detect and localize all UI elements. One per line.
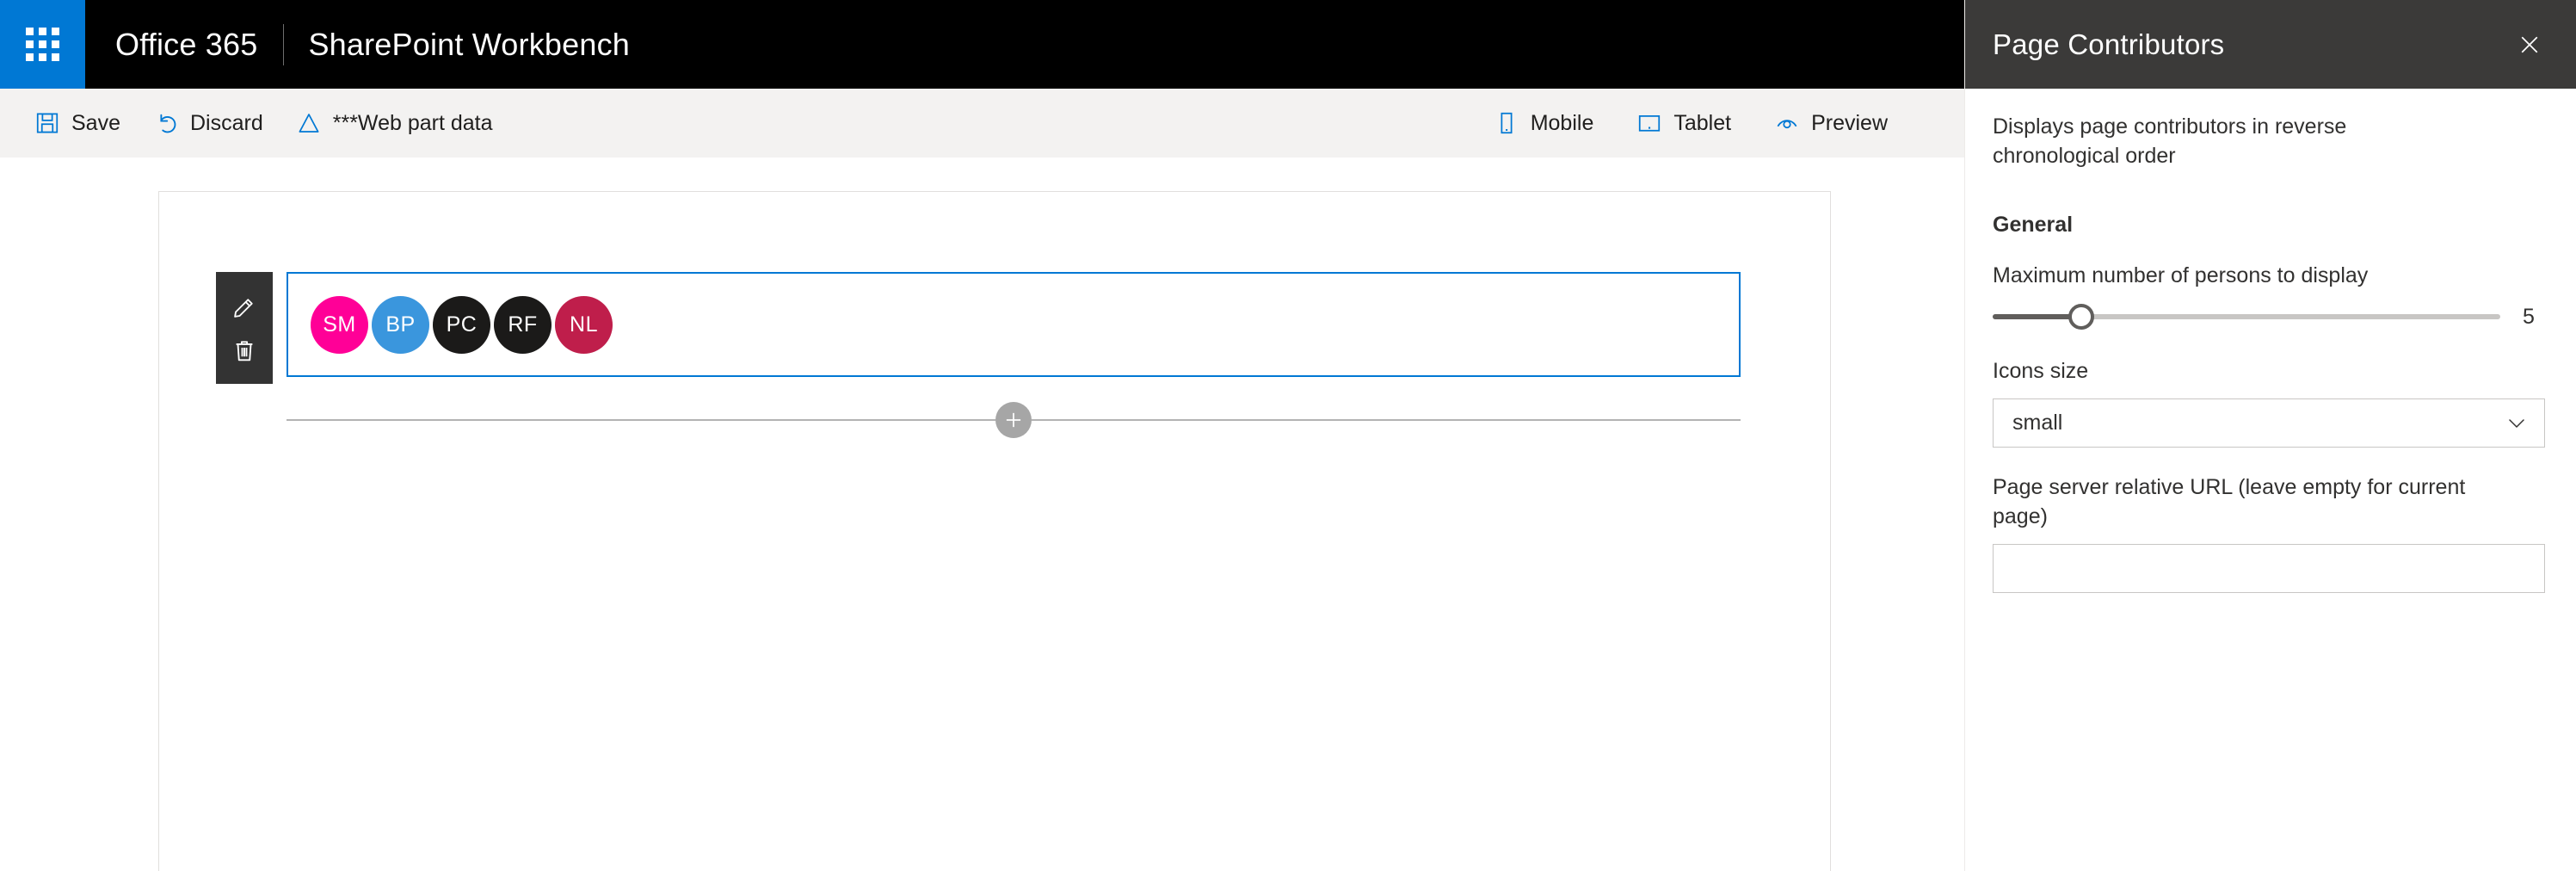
tablet-view-label: Tablet bbox=[1673, 110, 1732, 135]
close-x-icon bbox=[2517, 33, 2542, 57]
suite-brand-label[interactable]: Office 365 bbox=[85, 27, 257, 63]
page-url-field: Page server relative URL (leave empty fo… bbox=[1993, 473, 2545, 593]
icons-size-label: Icons size bbox=[1993, 359, 2089, 384]
icons-size-selected-value: small bbox=[2012, 411, 2063, 435]
max-persons-slider[interactable] bbox=[1993, 302, 2500, 331]
property-pane-title: Page Contributors bbox=[1993, 28, 2225, 60]
mobile-phone-icon bbox=[1494, 110, 1519, 136]
edit-web-part-button[interactable] bbox=[225, 287, 263, 325]
icons-size-dropdown[interactable]: small bbox=[1993, 398, 2545, 448]
preview-button[interactable]: Preview bbox=[1762, 103, 1900, 143]
app-launcher-button[interactable] bbox=[0, 0, 85, 89]
discard-button[interactable]: Discard bbox=[141, 103, 275, 143]
triangle-icon bbox=[296, 110, 322, 136]
suite-bar: Office 365 SharePoint Workbench bbox=[0, 0, 1964, 89]
save-floppy-icon bbox=[34, 110, 60, 136]
property-pane-body: Displays page contributors in reverse ch… bbox=[1965, 89, 2576, 593]
property-pane-header: Page Contributors bbox=[1965, 0, 2576, 89]
web-part-data-button-label: ***Web part data bbox=[332, 110, 493, 135]
chevron-down-icon bbox=[2506, 417, 2527, 430]
add-section-line-left bbox=[287, 419, 995, 421]
max-persons-label: Maximum number of persons to display bbox=[1993, 263, 2369, 287]
page-url-input[interactable] bbox=[1993, 543, 2545, 593]
app-launcher-waffle-icon bbox=[26, 28, 59, 61]
persona-initials: NL bbox=[570, 312, 598, 337]
slider-thumb[interactable] bbox=[2068, 304, 2095, 330]
page-url-label: Page server relative URL (leave empty fo… bbox=[1993, 475, 2466, 528]
property-group-title: General bbox=[1993, 212, 2074, 237]
page-card: SM BP PC RF NL bbox=[158, 191, 1831, 871]
page-section: SM BP PC RF NL bbox=[159, 272, 1830, 438]
command-bar-right-group: Mobile Tablet Preview bbox=[1482, 103, 1964, 143]
app-title: SharePoint Workbench bbox=[308, 26, 630, 62]
mobile-view-button[interactable]: Mobile bbox=[1482, 103, 1606, 143]
trash-icon bbox=[231, 337, 257, 363]
eye-preview-icon bbox=[1774, 110, 1800, 136]
preview-view-label: Preview bbox=[1811, 110, 1888, 135]
max-persons-slider-row: 5 bbox=[1993, 302, 2545, 331]
discard-button-label: Discard bbox=[189, 110, 263, 135]
web-part-description: Displays page contributors in reverse ch… bbox=[1993, 114, 2347, 168]
property-pane: Page Contributors Displays page contribu… bbox=[1964, 0, 2576, 871]
max-persons-value: 5 bbox=[2523, 304, 2535, 329]
persona-initials: PC bbox=[446, 312, 478, 337]
persona-avatar[interactable]: RF bbox=[494, 295, 552, 354]
save-button-label: Save bbox=[71, 110, 120, 135]
web-part-data-button[interactable]: ***Web part data bbox=[284, 103, 505, 143]
tablet-view-button[interactable]: Tablet bbox=[1624, 103, 1743, 143]
mobile-view-label: Mobile bbox=[1530, 110, 1594, 135]
add-section-line-right bbox=[1032, 419, 1741, 421]
persona-avatar[interactable]: PC bbox=[433, 295, 490, 354]
save-button[interactable]: Save bbox=[22, 103, 132, 143]
delete-web-part-button[interactable] bbox=[225, 331, 263, 369]
pencil-icon bbox=[231, 293, 257, 319]
add-section-row bbox=[287, 402, 1741, 438]
close-pane-button[interactable] bbox=[2507, 22, 2552, 67]
tablet-icon bbox=[1636, 110, 1662, 136]
icons-size-field: Icons size small bbox=[1993, 357, 2545, 448]
suite-divider bbox=[283, 23, 285, 65]
persona-list: SM BP PC RF NL bbox=[311, 295, 616, 354]
persona-avatar[interactable]: NL bbox=[555, 295, 613, 354]
plus-icon bbox=[1002, 409, 1025, 431]
page-contributors-web-part[interactable]: SM BP PC RF NL bbox=[287, 272, 1741, 377]
max-persons-field: Maximum number of persons to display 5 bbox=[1993, 262, 2545, 332]
undo-arrow-icon bbox=[153, 110, 179, 136]
command-bar-left-group: Save Discard ***Web part data bbox=[0, 103, 505, 143]
persona-initials: RF bbox=[508, 312, 538, 337]
command-bar: Save Discard ***Web part data Mobile Tab… bbox=[0, 89, 1964, 158]
persona-initials: BP bbox=[385, 312, 416, 337]
persona-avatar[interactable]: BP bbox=[372, 295, 429, 354]
persona-avatar[interactable]: SM bbox=[311, 295, 368, 354]
add-section-button[interactable] bbox=[995, 402, 1032, 438]
persona-initials: SM bbox=[323, 312, 356, 337]
web-part-controls-toolbar bbox=[216, 272, 273, 384]
workbench-canvas: SM BP PC RF NL bbox=[0, 158, 1964, 871]
